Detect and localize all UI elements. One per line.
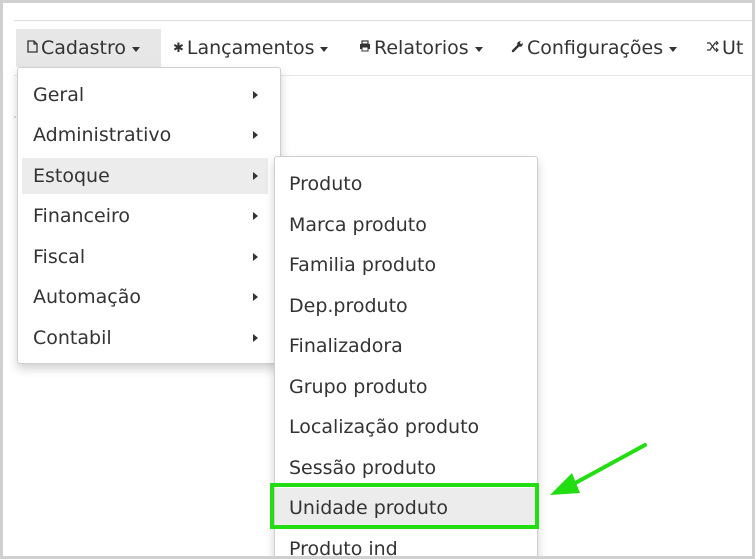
chevron-down-icon [474, 46, 483, 52]
document-icon [27, 39, 38, 57]
cadastro-dropdown: Geral Administrativo Estoque Financeiro … [17, 67, 281, 364]
menu-configuracoes[interactable]: Configurações [511, 29, 678, 67]
chevron-down-icon [669, 46, 678, 52]
menu-relatorios-label: Relatorios [374, 37, 469, 59]
divider [14, 116, 16, 118]
chevron-right-icon [253, 91, 258, 99]
menu-lancamentos[interactable]: ✱ Lançamentos [173, 29, 329, 67]
menu-item-label: Financeiro [33, 205, 130, 227]
menu-utilitarios-label: Ut [722, 37, 744, 59]
menu-item-fiscal[interactable]: Fiscal [22, 239, 268, 275]
highlight-box [270, 483, 539, 529]
submenu-item-label: Produto ind [289, 538, 398, 559]
chevron-right-icon [253, 172, 258, 180]
submenu-item-label: Finalizadora [289, 335, 403, 357]
menu-item-label: Administrativo [33, 124, 172, 146]
printer-icon [359, 40, 371, 56]
submenu-item-grupo-produto[interactable]: Grupo produto [275, 367, 537, 407]
menu-item-label: Contabil [33, 327, 112, 349]
chevron-right-icon [253, 334, 258, 342]
submenu-item-marca-produto[interactable]: Marca produto [275, 205, 537, 245]
chevron-right-icon [253, 293, 258, 301]
menu-utilitarios[interactable]: Ut [706, 29, 743, 67]
submenu-item-label: Marca produto [289, 214, 427, 236]
menu-item-estoque[interactable]: Estoque [22, 158, 268, 194]
menu-configuracoes-label: Configurações [527, 37, 664, 59]
submenu-item-familia-produto[interactable]: Familia produto [275, 245, 537, 285]
submenu-item-label: Dep.produto [289, 295, 408, 317]
menu-cadastro-label: Cadastro [41, 37, 126, 59]
menu-lancamentos-label: Lançamentos [186, 37, 315, 59]
menu-item-contabil[interactable]: Contabil [22, 320, 268, 356]
menu-item-label: Estoque [33, 165, 110, 187]
wrench-icon [511, 40, 524, 57]
submenu-item-label: Familia produto [289, 254, 437, 276]
chevron-down-icon [131, 46, 140, 52]
submenu-item-label: Grupo produto [289, 376, 428, 398]
submenu-item-produto-ind[interactable]: Produto ind [275, 529, 537, 559]
chevron-right-icon [253, 212, 258, 220]
menu-item-label: Geral [33, 84, 85, 106]
chevron-right-icon [253, 253, 258, 261]
chevron-right-icon [253, 131, 258, 139]
menu-item-geral[interactable]: Geral [22, 77, 268, 113]
menu-item-label: Fiscal [33, 246, 86, 268]
menu-item-automacao[interactable]: Automação [22, 279, 268, 315]
submenu-item-label: Produto [289, 173, 363, 195]
submenu-item-produto[interactable]: Produto [275, 164, 537, 204]
submenu-item-finalizadora[interactable]: Finalizadora [275, 326, 537, 366]
submenu-item-dep-produto[interactable]: Dep.produto [275, 286, 537, 326]
submenu-item-label: Localização produto [289, 416, 480, 438]
pointer-arrow-icon [550, 443, 647, 495]
menu-cadastro[interactable]: Cadastro [16, 29, 161, 67]
menu-relatorios[interactable]: Relatorios [359, 29, 483, 67]
chevron-down-icon [320, 46, 329, 52]
menu-item-administrativo[interactable]: Administrativo [22, 117, 268, 153]
submenu-item-label: Sessão produto [289, 457, 437, 479]
menu-item-financeiro[interactable]: Financeiro [22, 198, 268, 234]
submenu-item-localizacao-produto[interactable]: Localização produto [275, 407, 537, 447]
shuffle-icon [706, 40, 719, 56]
menu-item-label: Automação [33, 286, 141, 308]
gear-icon: ✱ [173, 40, 184, 56]
submenu-item-sessao-produto[interactable]: Sessão produto [275, 448, 537, 488]
